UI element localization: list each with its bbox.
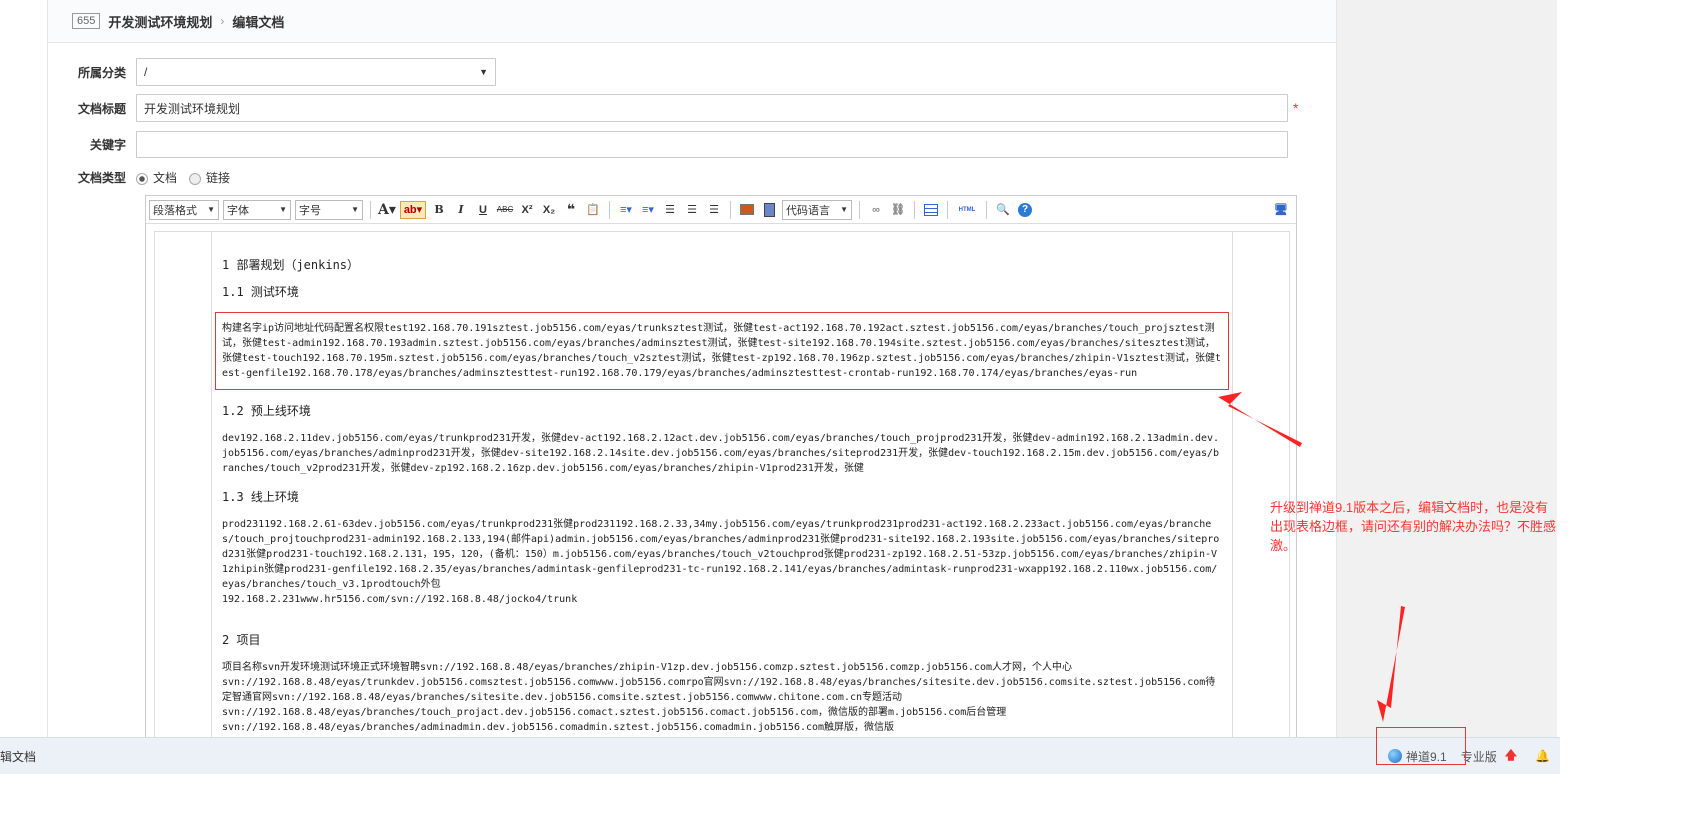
editor-content-frame: 1 部署规划（jenkins） 1.1 测试环境 构建名字ip访问地址代码配置名…: [154, 231, 1290, 738]
title-label: 文档标题: [77, 101, 126, 116]
radio-icon: [136, 172, 148, 185]
category-value: /: [144, 65, 148, 79]
keywords-input[interactable]: [136, 131, 1288, 158]
help-glyph: ?: [1018, 202, 1032, 217]
heading-projects: 2 项目: [222, 633, 261, 647]
toolbar-divider: [914, 200, 915, 219]
chevron-down-icon: ▼: [840, 205, 848, 214]
heading-test-env: 1.1 测试环境: [222, 285, 299, 299]
paragraph-format-select[interactable]: 段落格式 ▼: [149, 199, 219, 220]
chevron-down-icon: ▼: [279, 205, 287, 214]
keywords-label: 关键字: [89, 138, 126, 152]
page-background-right: [1337, 0, 1557, 737]
font-size-select[interactable]: 字号 ▼: [295, 199, 363, 220]
strikethrough-button[interactable]: ABC: [496, 201, 514, 219]
table-icon[interactable]: [922, 201, 940, 219]
font-select[interactable]: 字体 ▼: [223, 199, 291, 220]
preview-icon[interactable]: 🔍: [994, 201, 1012, 219]
toolbar-divider: [859, 200, 860, 219]
prod-env-text: prod231192.168.2.61-63dev.job5156.com/ey…: [222, 519, 1220, 605]
rich-text-editor: 段落格式 ▼ 字体 ▼ 字号 ▼ A▾ ab▾ B I U ABC X² X₂ ❝ 📋…: [145, 195, 1297, 738]
radio-label: 文档: [153, 171, 178, 185]
bottom-tab-edit-doc[interactable]: 辑文档: [0, 748, 36, 765]
paste-icon[interactable]: 📋: [584, 201, 602, 219]
editor-toolbar: 段落格式 ▼ 字体 ▼ 字号 ▼ A▾ ab▾ B I U ABC X² X₂ ❝ 📋…: [146, 196, 1296, 224]
type-radio-link[interactable]: 链接: [189, 169, 230, 186]
editor-content[interactable]: 1 部署规划（jenkins） 1.1 测试环境 构建名字ip访问地址代码配置名…: [211, 232, 1233, 738]
upgrade-arrow-icon[interactable]: 🡅: [1505, 746, 1517, 767]
bottom-bar: 辑文档 禅道9.1 专业版 🡅 🔔: [0, 737, 1560, 774]
type-label: 文档类型: [77, 171, 126, 185]
unlink-icon[interactable]: ⛓: [889, 201, 907, 219]
type-radio-doc[interactable]: 文档: [136, 169, 177, 186]
align-right-icon[interactable]: ☰: [705, 201, 723, 219]
quote-button[interactable]: ❝: [562, 201, 580, 219]
category-select[interactable]: / ▼: [136, 58, 496, 86]
unordered-list-icon[interactable]: ≡▾: [639, 201, 657, 219]
ordered-list-icon[interactable]: ≡▾: [617, 201, 635, 219]
title-input[interactable]: 开发测试环境规划: [136, 94, 1288, 122]
chevron-down-icon: ▼: [479, 67, 488, 77]
chevron-down-icon: ▼: [351, 205, 359, 214]
heading-prod-env: 1.3 线上环境: [222, 490, 299, 504]
toolbar-divider: [370, 200, 371, 219]
required-star: *: [1293, 100, 1299, 116]
select-label: 段落格式: [153, 204, 197, 217]
notification-bell-icon[interactable]: 🔔: [1535, 749, 1550, 763]
underline-button[interactable]: U: [474, 201, 492, 219]
breadcrumb-action: 编辑文档: [232, 14, 285, 30]
toolbar-divider: [986, 200, 987, 219]
breadcrumb: 655 开发测试环境规划 › 编辑文档: [48, 0, 1336, 43]
image-icon[interactable]: [738, 201, 756, 219]
projects-text: 项目名称svn开发环境测试环境正式环境智聘svn://192.168.8.48/…: [222, 662, 1216, 733]
superscript-button[interactable]: X²: [518, 201, 536, 219]
edition-link[interactable]: 专业版: [1461, 748, 1497, 765]
italic-button[interactable]: I: [452, 201, 470, 219]
scrollbar[interactable]: [1560, 0, 1568, 839]
subscript-button[interactable]: X₂: [540, 201, 558, 219]
toolbar-divider: [947, 200, 948, 219]
test-env-table-text: 构建名字ip访问地址代码配置名权限test192.168.70.191sztes…: [215, 312, 1229, 390]
bold-button[interactable]: B: [430, 201, 448, 219]
fullscreen-icon[interactable]: 🖥: [1272, 201, 1290, 219]
align-center-icon[interactable]: ☰: [683, 201, 701, 219]
help-icon[interactable]: ?: [1016, 201, 1034, 219]
heading-deployment: 1 部署规划（jenkins）: [222, 258, 360, 272]
select-label: 字体: [227, 204, 249, 217]
align-left-icon[interactable]: ☰: [661, 201, 679, 219]
link-icon[interactable]: ∞: [867, 201, 885, 219]
highlight-icon[interactable]: ab▾: [400, 200, 426, 219]
doc-id-badge: 655: [72, 13, 101, 29]
toolbar-divider: [730, 200, 731, 219]
html-source-button[interactable]: HTML: [955, 201, 979, 219]
heading-preprod-env: 1.2 预上线环境: [222, 404, 311, 418]
radio-label: 链接: [206, 171, 231, 185]
breadcrumb-doc[interactable]: 开发测试环境规划: [108, 12, 212, 31]
code-language-select[interactable]: 代码语言 ▼: [782, 199, 852, 220]
toolbar-divider: [609, 200, 610, 219]
select-label: 字号: [299, 204, 321, 217]
preprod-env-text: dev192.168.2.11dev.job5156.com/eyas/trun…: [222, 433, 1220, 474]
chevron-down-icon: ▼: [207, 205, 215, 214]
breadcrumb-separator: ›: [220, 14, 225, 28]
font-color-icon[interactable]: A▾: [378, 201, 396, 219]
annotation-text: 升级到禅道9.1版本之后，编辑文档时，也是没有出现表格边框，请问还有别的解决办法…: [1270, 500, 1557, 553]
category-label: 所属分类: [77, 65, 126, 80]
select-label: 代码语言: [786, 204, 830, 217]
title-value: 开发测试环境规划: [144, 101, 241, 116]
radio-icon: [189, 172, 202, 185]
main-panel: 655 开发测试环境规划 › 编辑文档 所属分类 / ▼ 文档标题 开发测试环境…: [47, 0, 1337, 738]
annotation-highlight-box: [1376, 727, 1466, 765]
video-icon[interactable]: [760, 201, 778, 219]
